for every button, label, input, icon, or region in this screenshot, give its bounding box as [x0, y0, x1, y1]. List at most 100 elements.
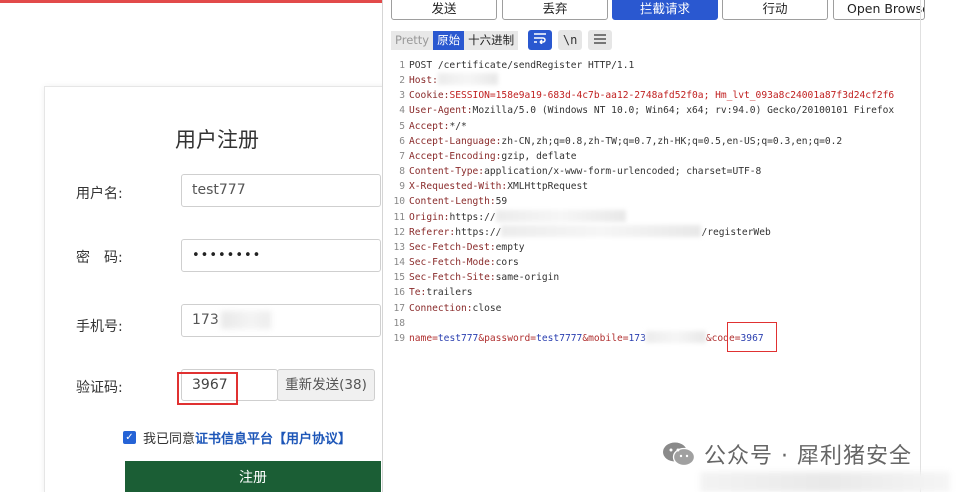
- line-number: 17: [393, 302, 405, 314]
- request-line: 14 Sec-Fetch-Mode: cors: [393, 255, 923, 270]
- tab-pretty[interactable]: Pretty: [391, 30, 434, 50]
- request-line: 2 Host:: [393, 73, 923, 88]
- header-key: Accept-Language:: [409, 135, 502, 147]
- menu-icon[interactable]: [588, 30, 613, 50]
- header-key: Te:: [409, 287, 427, 299]
- mobile-label: 手机号:: [76, 319, 123, 335]
- header-value: SESSION=158e9a19-683d-4c7b-aa12-2748afd5…: [449, 90, 895, 102]
- action-menu-button[interactable]: 行动: [722, 0, 828, 20]
- header-value: zh-CN,zh;q=0.8,zh-TW;q=0.7,zh-HK;q=0.5,e…: [501, 135, 843, 147]
- redacted-blur: [645, 330, 706, 343]
- line-number: 7: [399, 150, 405, 162]
- register-submit-button[interactable]: 注册: [125, 461, 381, 492]
- request-line: 12 Referer: https:// /registerWeb: [393, 224, 923, 240]
- request-line: 9 X-Requested-With: XMLHttpRequest: [393, 179, 923, 194]
- user-agreement-link[interactable]: 证书信息平台【用户协议】: [195, 428, 351, 447]
- header-key: Sec-Fetch-Site:: [409, 272, 496, 284]
- line-number: 13: [393, 241, 405, 253]
- header-value: cors: [495, 257, 519, 269]
- agree-checkbox[interactable]: ✓: [123, 431, 136, 444]
- mobile-value: 173: [192, 312, 219, 328]
- line-number: 2: [399, 75, 405, 87]
- action-toolbar: 发送 丢弃 拦截请求 行动 Open Browser: [383, 0, 925, 22]
- header-key: Cookie:: [409, 90, 450, 102]
- intercept-panel: 发送 丢弃 拦截请求 行动 Open Browser Pretty 原始 十六进…: [382, 0, 925, 492]
- header-key: Accept-Encoding:: [409, 150, 502, 162]
- intercept-toggle-button[interactable]: 拦截请求: [612, 0, 718, 20]
- tab-raw[interactable]: 原始: [433, 30, 465, 50]
- param-value: test777: [437, 332, 479, 344]
- redacted-blur: [501, 224, 702, 237]
- mobile-field[interactable]: 173: [181, 304, 381, 337]
- line-number: 9: [399, 181, 405, 193]
- header-key: Content-Length:: [409, 196, 496, 208]
- panel-edge: [920, 0, 921, 492]
- request-line: 3 Cookie: SESSION=158e9a19-683d-4c7b-aa12…: [393, 88, 923, 103]
- request-line: 5 Accept: */*: [393, 119, 923, 134]
- request-line: 17 Connection: close: [393, 301, 923, 316]
- param-key: name=: [409, 332, 438, 344]
- forward-button[interactable]: 发送: [391, 0, 497, 20]
- request-line: 15 Sec-Fetch-Site: same-origin: [393, 270, 923, 285]
- request-editor[interactable]: 1 POST /certificate/sendRegister HTTP/1.1…: [393, 58, 923, 346]
- line-number: 19: [393, 332, 405, 344]
- username-field[interactable]: test777: [181, 174, 381, 207]
- line-number: 6: [399, 135, 405, 147]
- header-key: Origin:: [409, 211, 450, 223]
- newline-icon[interactable]: \n: [558, 30, 583, 50]
- view-tabs: Pretty 原始 十六进制 \n: [391, 30, 613, 50]
- request-line: 10 Content-Length: 59: [393, 194, 923, 209]
- watermark: 公众号 · 犀利猪安全: [662, 438, 912, 470]
- password-label: 密 码:: [76, 250, 123, 266]
- request-line: 8 Content-Type: application/x-www-form-ur…: [393, 164, 923, 179]
- redacted-blur: [220, 311, 271, 329]
- open-browser-button[interactable]: Open Browser: [833, 0, 925, 20]
- drop-button[interactable]: 丢弃: [502, 0, 608, 20]
- request-body-line: 19 name= test777 &password= test7777 &mobile=…: [393, 330, 923, 346]
- request-line: 4 User-Agent: Mozilla/5.0 (Windows NT 10.…: [393, 103, 923, 118]
- header-key: Connection:: [409, 302, 473, 314]
- request-line: 1 POST /certificate/sendRegister HTTP/1.1: [393, 58, 923, 73]
- agree-prefix: 我已同意: [143, 432, 196, 447]
- request-line: 13 Sec-Fetch-Dest: empty: [393, 240, 923, 255]
- bottom-blur: [700, 472, 950, 492]
- request-line: 6 Accept-Language: zh-CN,zh;q=0.8,zh-TW;q…: [393, 134, 923, 149]
- line-number: 4: [399, 105, 405, 117]
- header-key: Referer:: [409, 226, 456, 238]
- param-key: &mobile=: [582, 332, 629, 344]
- header-value: gzip, deflate: [501, 150, 577, 162]
- line-number: 8: [399, 166, 405, 178]
- top-red-line: [0, 0, 384, 3]
- header-value-tail: /registerWeb: [701, 226, 771, 238]
- header-value: close: [472, 302, 502, 314]
- header-value: 59: [495, 196, 508, 208]
- request-line: 18: [393, 316, 923, 331]
- username-label: 用户名:: [76, 186, 123, 202]
- wechat-icon: [663, 442, 696, 467]
- code-highlight-box: [177, 372, 238, 405]
- line-number: 18: [393, 317, 405, 329]
- header-value: POST /certificate/sendRegister HTTP/1.1: [409, 60, 635, 71]
- line-number: 14: [393, 257, 405, 269]
- tab-hex[interactable]: 十六进制: [464, 30, 519, 50]
- line-number: 10: [393, 196, 405, 208]
- password-field[interactable]: ••••••••: [181, 239, 381, 272]
- line-number: 12: [393, 226, 405, 238]
- wrap-icon[interactable]: [528, 30, 553, 50]
- header-key: User-Agent:: [409, 105, 473, 117]
- line-number: 3: [399, 90, 405, 102]
- header-value: same-origin: [495, 272, 560, 284]
- header-value: XMLHttpRequest: [507, 181, 589, 193]
- resend-code-button[interactable]: 重新发送(38): [277, 369, 375, 401]
- code-label: 验证码:: [76, 380, 123, 396]
- request-line: 7 Accept-Encoding: gzip, deflate: [393, 149, 923, 164]
- agreement-row: ✓ 我已同意 证书信息平台【用户协议】: [123, 428, 351, 447]
- request-line: 11 Origin: https://: [393, 209, 923, 225]
- line-number: 15: [393, 272, 405, 284]
- header-key: Accept:: [409, 120, 450, 132]
- header-key: X-Requested-With:: [409, 181, 508, 193]
- header-value: https://: [449, 211, 496, 223]
- param-value: test7777: [536, 332, 583, 344]
- header-value: empty: [495, 241, 525, 253]
- header-value: https://: [455, 226, 502, 238]
